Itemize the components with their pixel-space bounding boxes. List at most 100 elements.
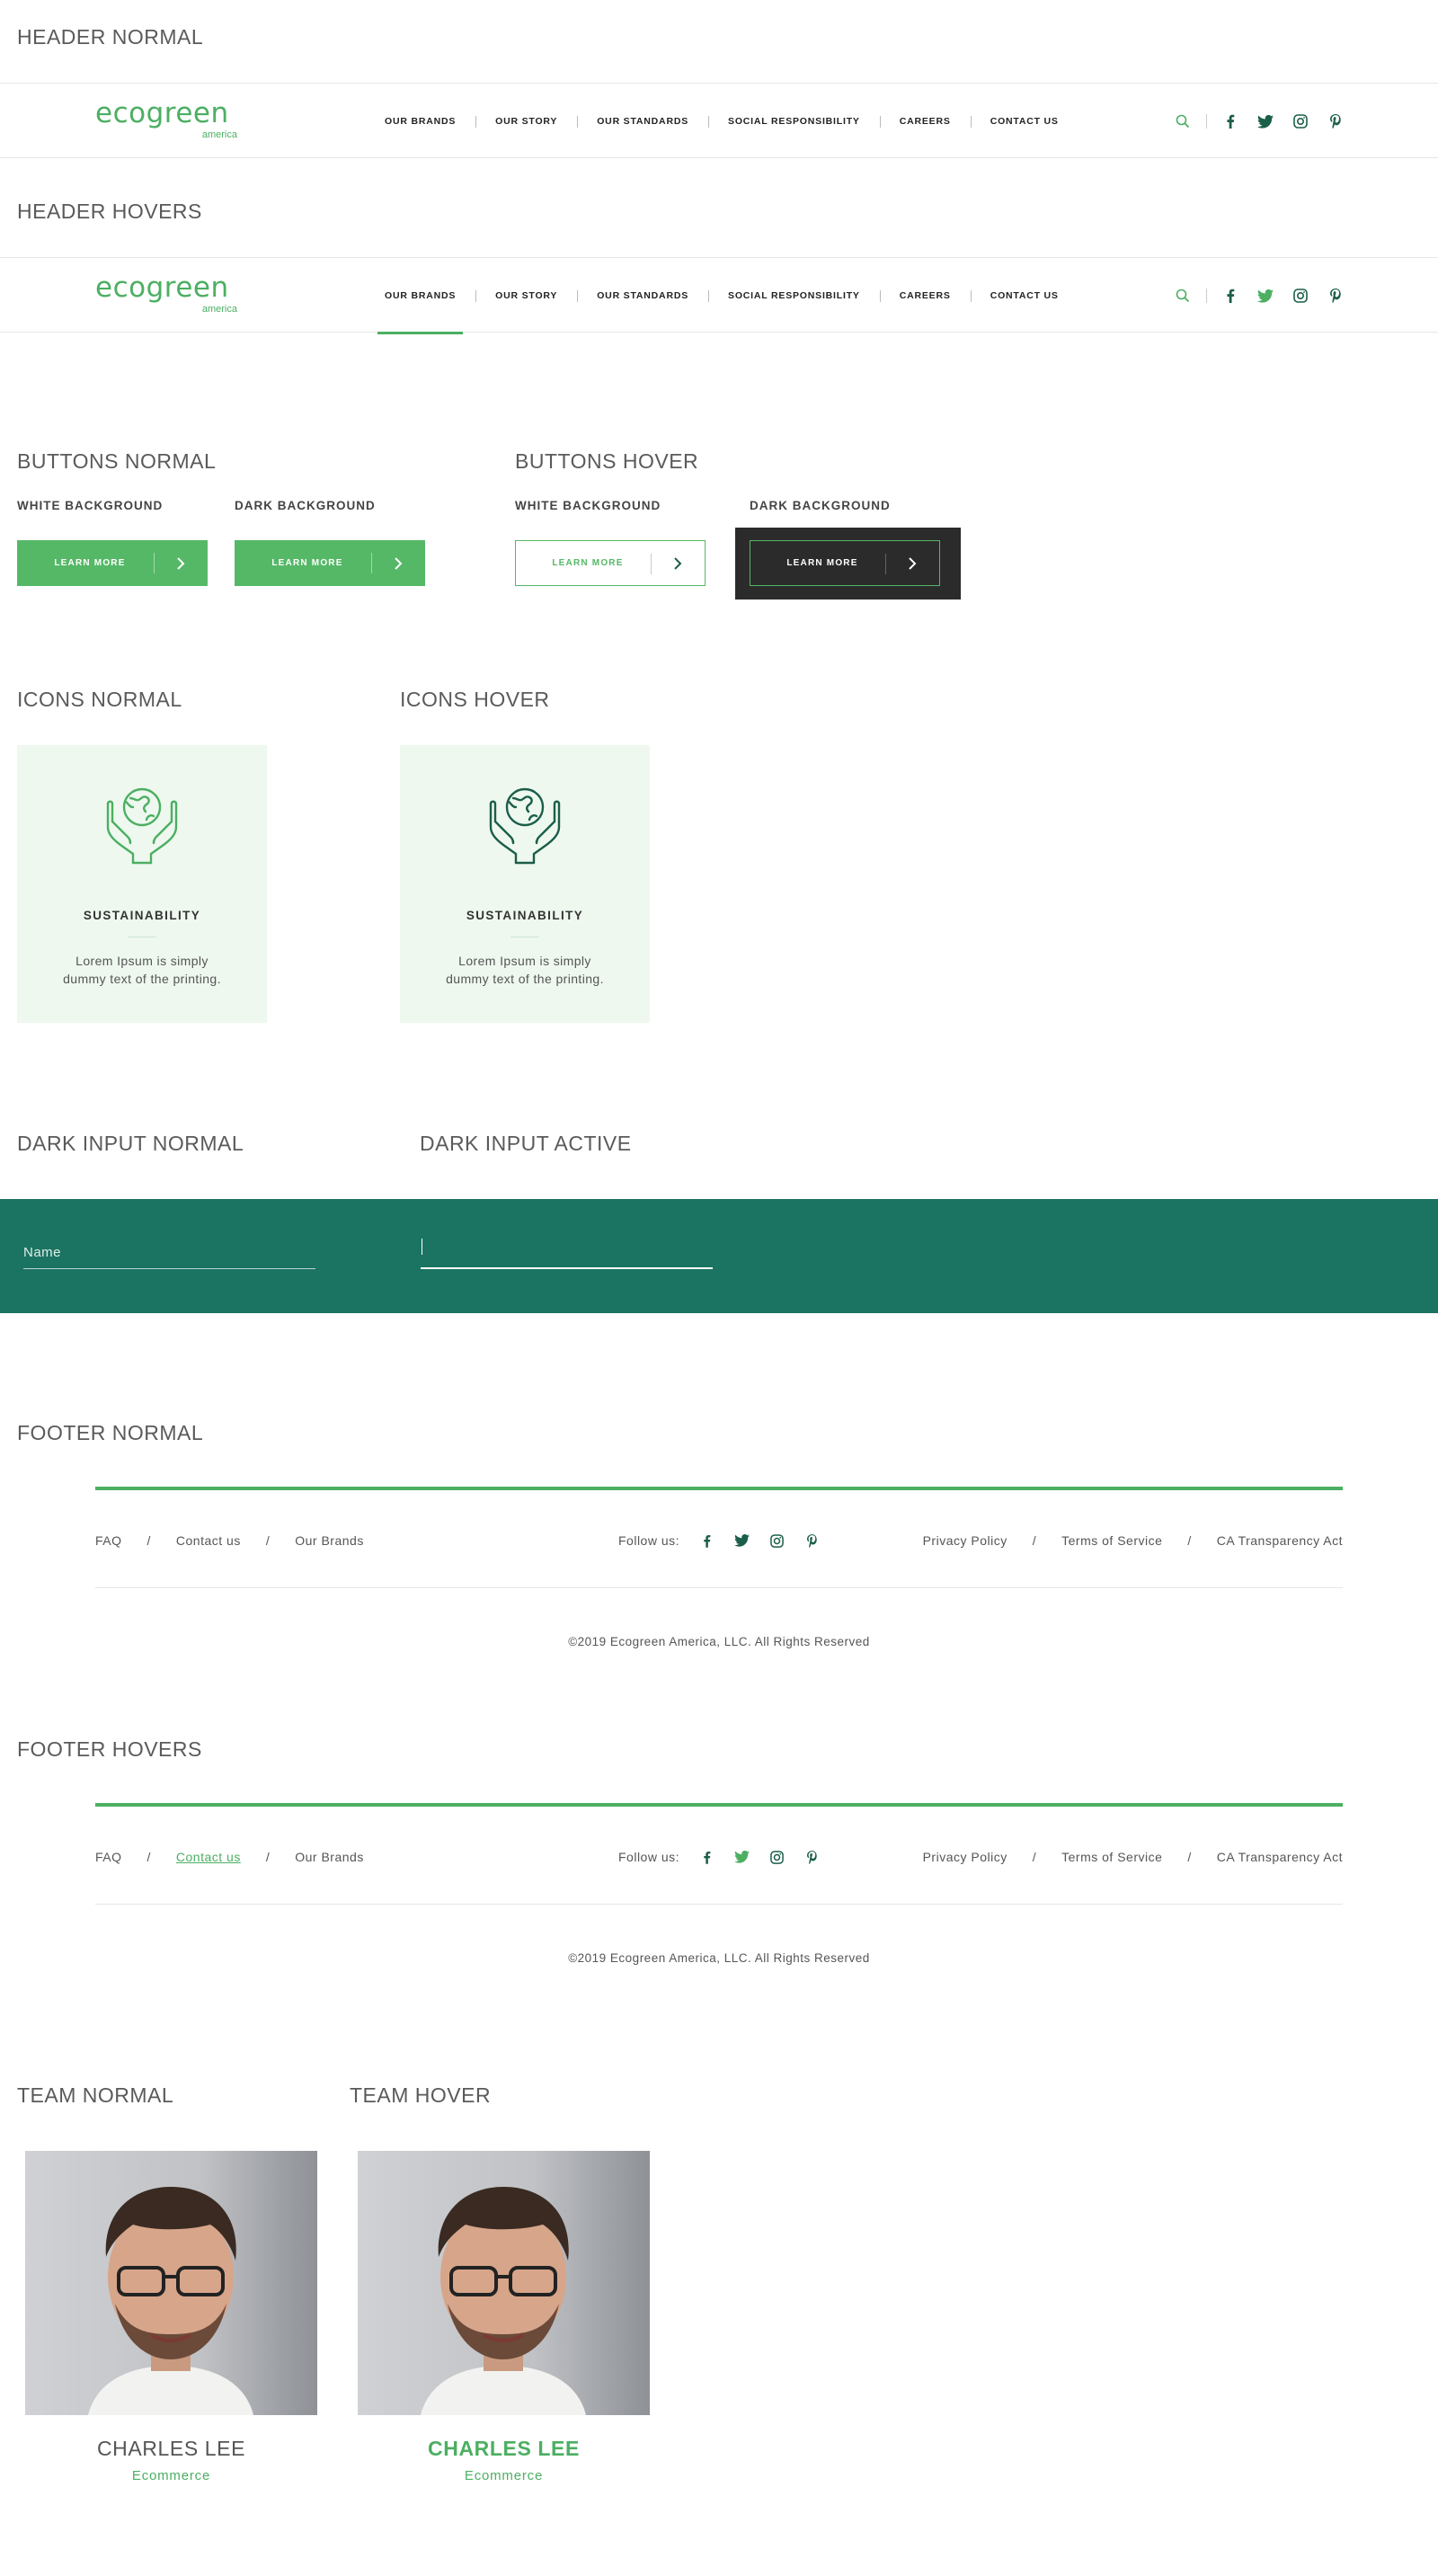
name-input[interactable] [23, 1237, 315, 1269]
footer-link-ca-transparency[interactable]: CA Transparency Act [1217, 1850, 1343, 1864]
footer-separator: / [265, 1850, 271, 1864]
nav-our-story[interactable]: OUR STORY [475, 84, 577, 159]
twitter-icon[interactable] [1256, 287, 1274, 305]
site-footer-hover: FAQ / Contact us / Our Brands Follow us:… [95, 1803, 1343, 1983]
footer-links: FAQ / Contact us / Our Brands [95, 1533, 364, 1548]
pinterest-icon[interactable] [803, 1532, 820, 1549]
footer-link-terms[interactable]: Terms of Service [1061, 1533, 1162, 1548]
footer-link-faq[interactable]: FAQ [95, 1533, 122, 1548]
footer-divider [95, 1904, 1343, 1905]
nav-our-brands[interactable]: OUR BRANDS [365, 84, 475, 159]
site-footer-normal: FAQ / Contact us / Our Brands Follow us:… [95, 1487, 1343, 1666]
logo-wordmark: ecogreen [95, 97, 229, 129]
header-icons [1174, 258, 1362, 333]
footer-social: Follow us: [618, 1849, 820, 1865]
footer-link-contact[interactable]: Contact us [176, 1850, 241, 1864]
section-title-team-normal: TEAM NORMAL [17, 2083, 174, 2107]
icon-card[interactable]: SUSTAINABILITY Lorem Ipsum is simply dum… [17, 745, 267, 1023]
instagram-icon[interactable] [1292, 287, 1309, 305]
nav-contact-us[interactable]: CONTACT US [970, 84, 1078, 159]
section-title-dark-input-active: DARK INPUT ACTIVE [420, 1132, 632, 1155]
footer-separator: / [1187, 1533, 1192, 1548]
footer-link-terms[interactable]: Terms of Service [1061, 1850, 1162, 1864]
label-white-background: WHITE BACKGROUND [17, 499, 164, 512]
ecogreen-logo[interactable]: ecogreen america [95, 272, 239, 319]
chevron-right-icon [885, 541, 939, 585]
nav-social-responsibility[interactable]: SOCIAL RESPONSIBILITY [708, 258, 880, 333]
footer-link-ca-transparency[interactable]: CA Transparency Act [1217, 1533, 1343, 1548]
nav-contact-us[interactable]: CONTACT US [970, 258, 1078, 333]
section-title-buttons-normal: BUTTONS NORMAL [17, 449, 217, 473]
button-label: LEARN MORE [54, 558, 126, 568]
twitter-icon[interactable] [733, 1849, 750, 1865]
footer-separator: / [265, 1533, 271, 1548]
search-icon[interactable] [1174, 287, 1192, 305]
footer-legal-links: Privacy Policy / Terms of Service / CA T… [923, 1850, 1343, 1864]
site-header-hover: ecogreen america OUR BRANDS OUR STORY OU… [0, 257, 1438, 334]
section-title-icons-hover: ICONS HOVER [400, 688, 550, 711]
footer-top-rule [95, 1487, 1343, 1490]
facebook-icon[interactable] [698, 1532, 715, 1549]
footer-separator: / [146, 1850, 151, 1864]
nav-our-story[interactable]: OUR STORY [475, 258, 577, 333]
follow-us-label: Follow us: [618, 1533, 680, 1548]
footer-link-brands[interactable]: Our Brands [295, 1533, 364, 1548]
section-title-buttons-hover: BUTTONS HOVER [515, 449, 699, 473]
chevron-right-icon [651, 541, 705, 585]
name-input-active[interactable] [421, 1237, 713, 1269]
nav-our-standards[interactable]: OUR STANDARDS [577, 258, 708, 333]
team-member-card[interactable]: CHARLES LEE Ecommerce [25, 2151, 317, 2483]
twitter-icon[interactable] [1256, 112, 1274, 130]
footer-link-faq[interactable]: FAQ [95, 1850, 122, 1864]
footer-link-privacy[interactable]: Privacy Policy [923, 1533, 1007, 1548]
search-icon[interactable] [1174, 112, 1192, 130]
button-label: LEARN MORE [271, 558, 343, 568]
facebook-icon[interactable] [1221, 112, 1239, 130]
card-title: SUSTAINABILITY [83, 909, 201, 922]
nav-careers[interactable]: CAREERS [879, 84, 971, 159]
nav-our-standards[interactable]: OUR STANDARDS [577, 84, 708, 159]
card-description: Lorem Ipsum is simply dummy text of the … [63, 954, 221, 986]
section-title-dark-input-normal: DARK INPUT NORMAL [17, 1132, 244, 1155]
footer-social: Follow us: [618, 1532, 820, 1549]
footer-separator: / [1032, 1850, 1037, 1864]
footer-link-brands[interactable]: Our Brands [295, 1850, 364, 1864]
nav-careers[interactable]: CAREERS [879, 258, 971, 333]
learn-more-button[interactable]: LEARN MORE [235, 540, 425, 586]
learn-more-button-hover[interactable]: LEARN MORE [515, 540, 706, 586]
hands-globe-icon [17, 786, 267, 868]
follow-us-label: Follow us: [618, 1850, 680, 1864]
nav-social-responsibility[interactable]: SOCIAL RESPONSIBILITY [708, 84, 880, 159]
footer-row: FAQ / Contact us / Our Brands Follow us:… [95, 1846, 1343, 1868]
ecogreen-logo[interactable]: ecogreen america [95, 98, 239, 145]
chevron-right-icon [154, 540, 208, 586]
footer-divider [95, 1587, 1343, 1588]
main-nav: OUR BRANDS OUR STORY OUR STANDARDS SOCIA… [365, 258, 1078, 334]
learn-more-button[interactable]: LEARN MORE [17, 540, 208, 586]
team-member-role: Ecommerce [131, 2468, 211, 2483]
copyright-text: ©2019 Ecogreen America, LLC. All Rights … [568, 1951, 870, 1965]
footer-link-privacy[interactable]: Privacy Policy [923, 1850, 1007, 1864]
header-icon-divider [1206, 289, 1207, 303]
team-member-role: Ecommerce [464, 2468, 544, 2483]
team-member-photo [25, 2151, 317, 2415]
instagram-icon[interactable] [1292, 112, 1309, 130]
footer-link-contact[interactable]: Contact us [176, 1533, 241, 1548]
pinterest-icon[interactable] [1327, 287, 1345, 305]
pinterest-icon[interactable] [1327, 112, 1345, 130]
learn-more-button-dark-hover[interactable]: LEARN MORE [750, 540, 940, 586]
label-dark-background: DARK BACKGROUND [235, 499, 376, 512]
card-description: Lorem Ipsum is simply dummy text of the … [446, 954, 604, 986]
nav-our-brands[interactable]: OUR BRANDS [365, 258, 475, 334]
label-dark-background: DARK BACKGROUND [750, 499, 891, 512]
instagram-icon[interactable] [768, 1532, 785, 1549]
instagram-icon[interactable] [768, 1849, 785, 1865]
card-title: SUSTAINABILITY [466, 909, 584, 922]
button-label: LEARN MORE [552, 558, 624, 568]
icon-card-hover[interactable]: SUSTAINABILITY Lorem Ipsum is simply dum… [400, 745, 650, 1023]
facebook-icon[interactable] [1221, 287, 1239, 305]
pinterest-icon[interactable] [803, 1849, 820, 1865]
facebook-icon[interactable] [698, 1849, 715, 1865]
team-member-card-hover[interactable]: CHARLES LEE Ecommerce [358, 2151, 650, 2483]
twitter-icon[interactable] [733, 1532, 750, 1549]
